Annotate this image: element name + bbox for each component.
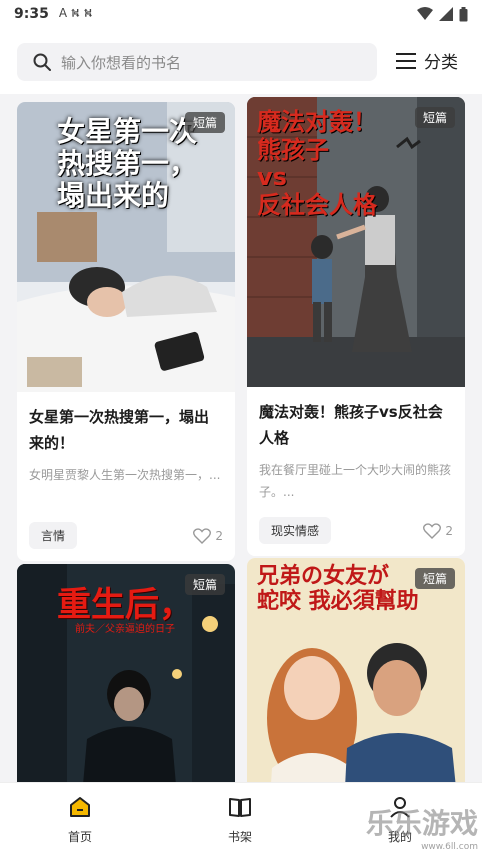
book-desc: 女明星贾黎人生第一次热搜第一，... [29, 468, 221, 482]
book-card[interactable]: 重生后， 前夫／父亲逼迫的日子 短篇 [17, 564, 235, 782]
home-icon [70, 797, 90, 817]
search-placeholder: 输入你想看的书名 [61, 53, 182, 72]
category-button[interactable]: 分类 [396, 48, 458, 73]
cover-title: 魔法对轰！ 熊孩子 vs 反社会人格 [257, 108, 377, 219]
book-title: 魔法对轰！熊孩子vs反社会人格 [259, 403, 443, 447]
short-tag: 短篇 [414, 107, 455, 128]
notification-icons: A ⛕ ⛕ [58, 6, 93, 20]
book-cover: 女星第一次 热搜第一， 塌出来的 短篇 [17, 102, 235, 392]
watermark-logo: 乐乐游戏 www.6ll.com [366, 802, 478, 852]
book-card[interactable]: 兄弟の女友が 蛇咬 我必須幫助 短篇 [247, 558, 465, 782]
bottom-tab-bar: 首页 书架 我的 乐乐游戏 www.6ll.com [0, 782, 482, 858]
tab-label: 首页 [67, 830, 92, 844]
search-icon [33, 53, 51, 71]
watermark-url: www.6ll.com [421, 842, 478, 852]
tab-label: 书架 [227, 830, 252, 844]
cover-title: 兄弟の女友が 蛇咬 我必須幫助 [257, 564, 419, 615]
book-cover: 重生后， 前夫／父亲逼迫的日子 短篇 [17, 564, 235, 782]
genre-badge[interactable]: 言情 [29, 522, 78, 549]
battery-icon [459, 6, 468, 21]
like-count: 2 [215, 528, 223, 543]
cover-title: 女星第一次 热搜第一， 塌出来的 [57, 115, 198, 213]
status-time: 9:35 [14, 6, 49, 22]
short-tag: 短篇 [414, 568, 455, 589]
tab-home[interactable]: 首页 [40, 795, 120, 845]
tab-bookshelf[interactable]: 书架 [200, 795, 280, 845]
genre-badge[interactable]: 现实情感 [259, 517, 332, 544]
header: 输入你想看的书名 分类 [0, 28, 482, 94]
short-tag: 短篇 [184, 574, 225, 595]
heart-icon [193, 527, 212, 544]
watermark-text: 乐乐游戏 [365, 807, 478, 840]
menu-icon [396, 52, 416, 69]
status-right [417, 6, 468, 22]
short-tag: 短篇 [184, 112, 225, 133]
book-icon [229, 798, 251, 817]
signal-icon [439, 7, 453, 21]
category-label: 分类 [424, 53, 458, 73]
status-bar: 9:35 A ⛕ ⛕ [0, 0, 482, 28]
search-input[interactable]: 输入你想看的书名 [17, 43, 377, 81]
cover-subtitle: 前夫／父亲逼迫的日子 [75, 624, 175, 635]
like-count: 2 [445, 523, 453, 538]
like-button[interactable]: 2 [423, 522, 453, 539]
book-card[interactable]: 女星第一次 热搜第一， 塌出来的 短篇 女星第一次热搜第一，塌出来的！ 女明星贾… [17, 102, 235, 561]
cover-title: 重生后， [57, 585, 193, 625]
book-desc: 我在餐厅里碰上一个大吵大闹的熊孩子。... [259, 463, 452, 499]
book-title: 女星第一次热搜第一，塌出来的！ [29, 408, 210, 452]
book-cover: 兄弟の女友が 蛇咬 我必須幫助 短篇 [247, 558, 465, 782]
book-grid: 女星第一次 热搜第一， 塌出来的 短篇 女星第一次热搜第一，塌出来的！ 女明星贾… [0, 94, 482, 782]
book-card[interactable]: 魔法对轰！ 熊孩子 vs 反社会人格 短篇 魔法对轰！熊孩子vs反社会人格 我在… [247, 97, 465, 556]
wifi-icon [417, 7, 433, 20]
book-cover: 魔法对轰！ 熊孩子 vs 反社会人格 短篇 [247, 97, 465, 387]
like-button[interactable]: 2 [193, 527, 223, 544]
heart-icon [423, 522, 442, 539]
